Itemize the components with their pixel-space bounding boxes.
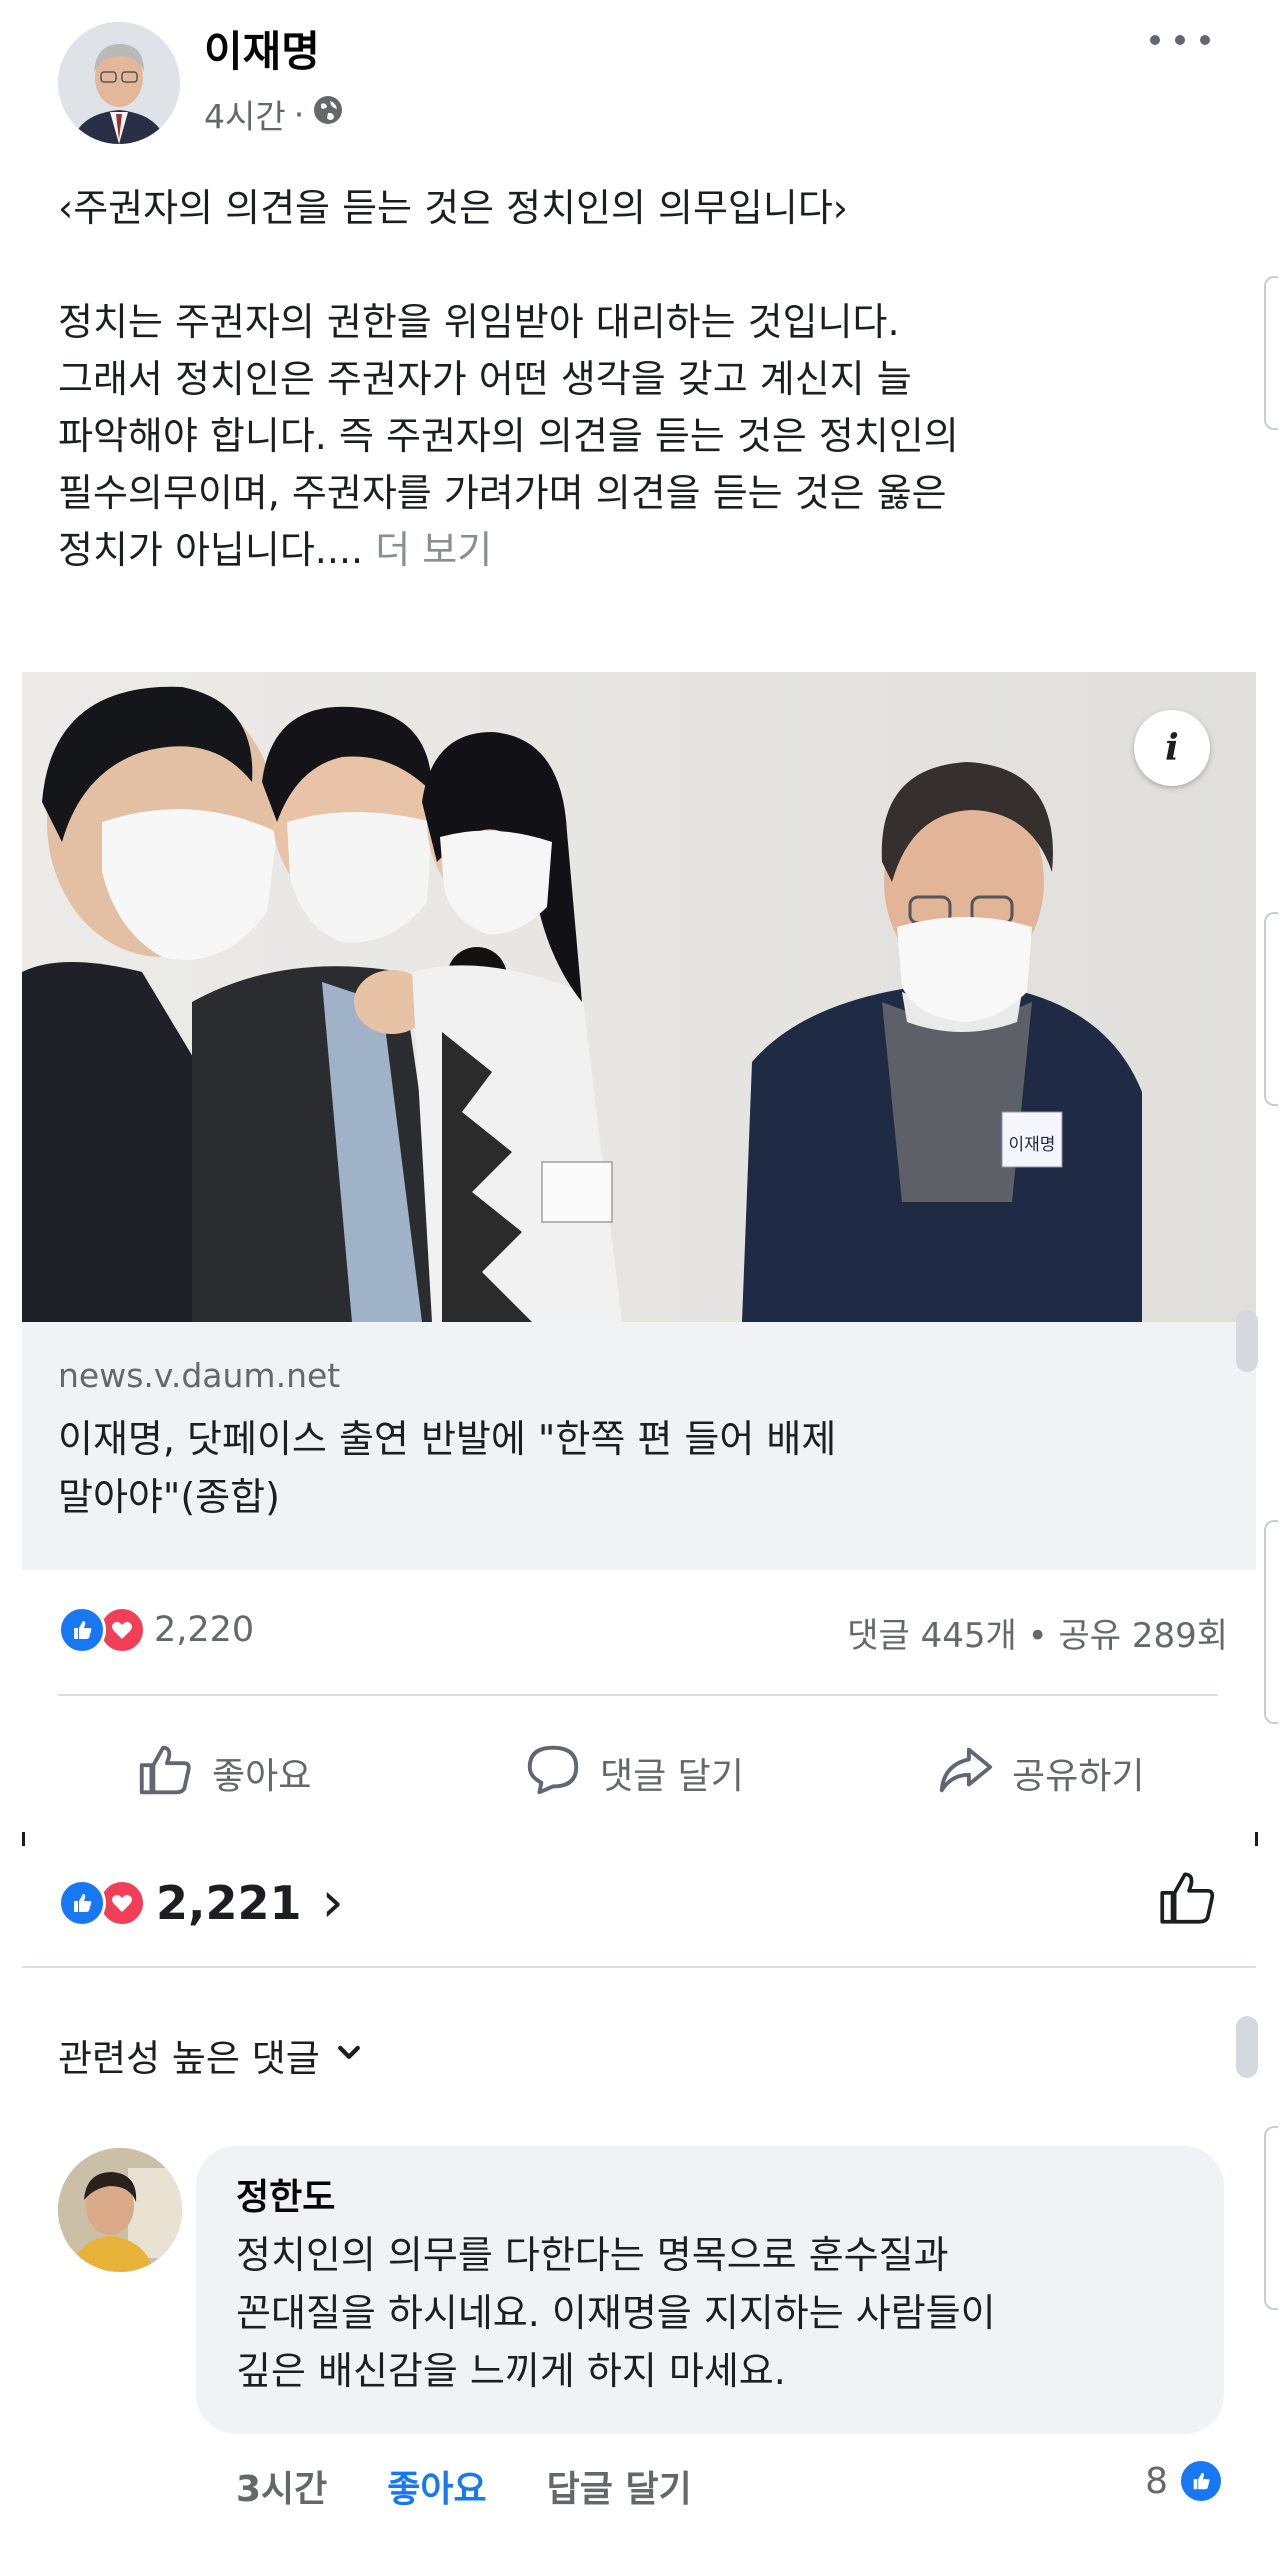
share-button[interactable]: 공유하기: [934, 1740, 1144, 1806]
comment-sort-label: 관련성 높은 댓글: [58, 2037, 320, 2080]
like-icon: [134, 1738, 196, 1809]
chevron-down-icon: [334, 2034, 364, 2077]
meta-separator: ·: [293, 94, 305, 134]
post-body-last-line: 정치가 아닙니다.... 더 보기: [58, 528, 493, 572]
author-name[interactable]: 이재명: [204, 18, 320, 79]
post-body-line: 그래서 정치인은 주권자가 어떤 생각을 갖고 계신지 늘: [58, 357, 912, 401]
comment-sort-dropdown[interactable]: 관련성 높은 댓글: [58, 2028, 364, 2082]
like-reaction-icon: [1178, 2458, 1224, 2504]
more-options-icon[interactable]: [1150, 28, 1210, 52]
comment-icon: [522, 1738, 584, 1809]
share-icon: [934, 1738, 996, 1809]
post-meta: 4시간 ·: [204, 90, 344, 138]
post-body-line: 파악해야 합니다. 즉 주권자의 의견을 듣는 것은 정치인의: [58, 414, 959, 458]
comment-text: 정치인의 의무를 다한다는 명목으로 훈수질과 꼰대질을 하시네요. 이재명을 …: [236, 2233, 996, 2393]
scroll-handle[interactable]: [1236, 2016, 1258, 2078]
scrollbar-thumb[interactable]: [1264, 2126, 1278, 2310]
post-title-line: ‹주권자의 의견을 듣는 것은 정치인의 의무입니다›: [58, 186, 848, 230]
commenter-avatar[interactable]: [58, 2148, 182, 2272]
post-body-line: 정치는 주권자의 권한을 위임받아 대리하는 것입니다.: [58, 300, 900, 344]
scrollbar-thumb[interactable]: [1264, 912, 1278, 1106]
post-body: ‹주권자의 의견을 듣는 것은 정치인의 의무입니다› 정치는 주권자의 권한을…: [58, 180, 1228, 579]
corner-tick: [22, 1832, 25, 1846]
comment-button[interactable]: 댓글 달기: [522, 1740, 744, 1806]
link-domain: news.v.daum.net: [58, 1356, 341, 1395]
comment-like-count[interactable]: 8: [1145, 2458, 1224, 2504]
share-label: 공유하기: [1012, 1756, 1145, 1797]
like-label: 좋아요: [212, 1756, 312, 1797]
scroll-handle[interactable]: [1236, 1310, 1258, 1372]
post-time[interactable]: 4시간: [204, 90, 286, 138]
info-icon[interactable]: i: [1134, 710, 1210, 786]
divider: [58, 1694, 1218, 1696]
reaction-count: 2,220: [154, 1610, 255, 1650]
see-more-link[interactable]: 더 보기: [375, 528, 492, 572]
post-body-line: 필수의무이며, 주권자를 가려가며 의견을 듣는 것은 옳은: [58, 471, 947, 515]
chevron-right-icon: ›: [321, 1870, 344, 1935]
comment-label: 댓글 달기: [600, 1756, 744, 1797]
like-reaction-icon: [58, 1606, 106, 1654]
reaction-total: 2,221: [156, 1875, 302, 1930]
reaction-summary[interactable]: 2,220: [58, 1606, 254, 1654]
reactions-summary-bar[interactable]: 2,221 ›: [58, 1870, 344, 1935]
comment-actions: 3시간 좋아요 답글 달기: [236, 2460, 692, 2512]
link-headline[interactable]: 이재명, 닷페이스 출연 반발에 "한쪽 편 들어 배제 말아야"(종합): [58, 1410, 1178, 1526]
like-post-icon[interactable]: [1154, 1864, 1220, 1930]
commenter-name[interactable]: 정한도: [236, 2168, 335, 2220]
comment-reply-button[interactable]: 답글 달기: [547, 2460, 692, 2512]
like-button[interactable]: 좋아요: [134, 1740, 311, 1806]
comment-time[interactable]: 3시간: [236, 2460, 327, 2512]
divider: [22, 1966, 1256, 1968]
link-preview-image[interactable]: 이재명: [22, 672, 1256, 1322]
globe-icon: [312, 94, 344, 134]
name-tag-label: 이재명: [1009, 1135, 1056, 1155]
comments-shares-count[interactable]: 댓글 445개 • 공유 289회: [847, 1608, 1228, 1657]
author-avatar[interactable]: [58, 22, 180, 144]
corner-tick: [1255, 1832, 1258, 1846]
comment-like-button[interactable]: 좋아요: [387, 2460, 486, 2512]
scrollbar-thumb[interactable]: [1264, 276, 1278, 430]
like-reaction-icon: [58, 1878, 106, 1927]
scrollbar-thumb[interactable]: [1264, 1520, 1278, 1724]
